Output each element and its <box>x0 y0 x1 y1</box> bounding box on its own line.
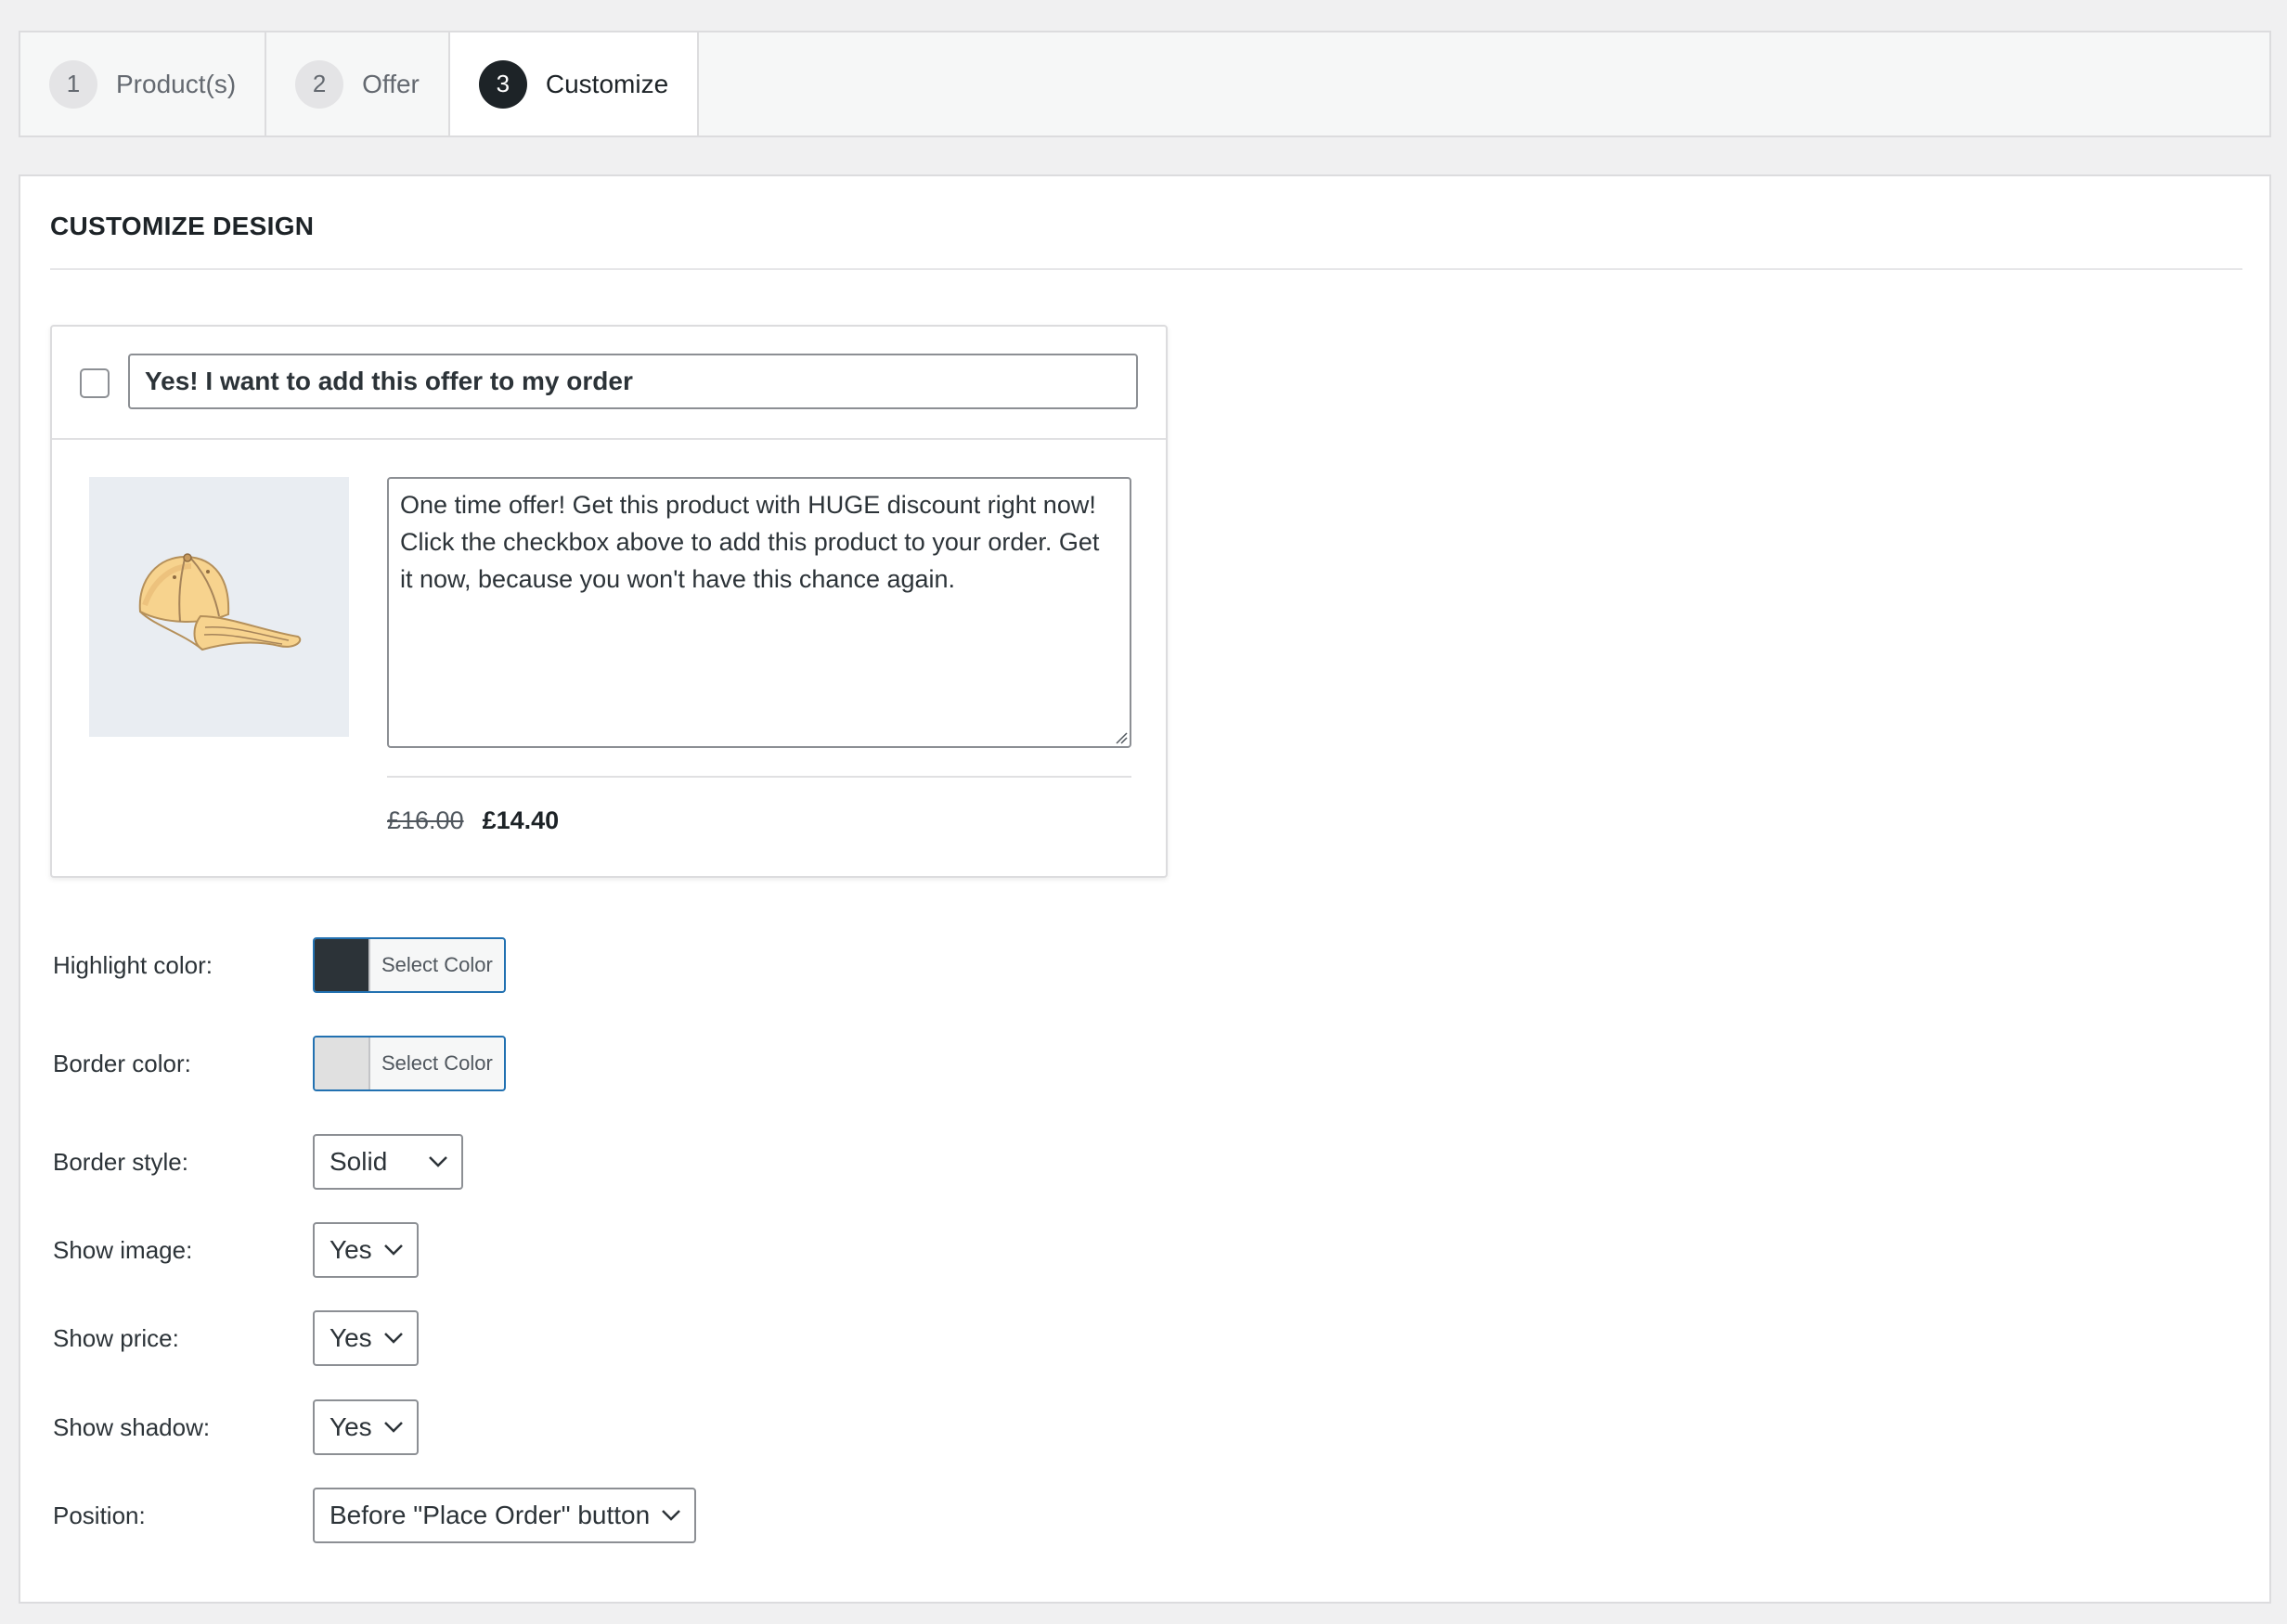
position-row: Position: Before "Place Order" button <box>53 1488 697 1543</box>
step-number: 1 <box>49 59 97 109</box>
chevron-down-icon <box>383 1244 404 1257</box>
original-price: £16.00 <box>387 806 464 834</box>
show-shadow-label: Show shadow: <box>53 1412 211 1441</box>
show-shadow-row: Show shadow: Yes <box>53 1399 419 1455</box>
wizard-steps: 1 Product(s) 2 Offer 3 Customize <box>19 31 2271 137</box>
offer-description-textarea[interactable]: One time offer! Get this product with HU… <box>387 477 1131 748</box>
step-products[interactable]: 1 Product(s) <box>20 32 267 135</box>
select-color-label: Select Color <box>381 1051 493 1075</box>
step-number: 2 <box>295 59 344 109</box>
chevron-down-icon <box>661 1509 681 1522</box>
border-color-row: Border color: Select Color <box>53 1036 506 1091</box>
customize-panel: CUSTOMIZE DESIGN Yes! I want to add this… <box>19 174 2271 1604</box>
position-label: Position: <box>53 1501 146 1529</box>
chevron-down-icon <box>383 1332 404 1345</box>
step-label: Product(s) <box>116 69 237 98</box>
border-style-row: Border style: Solid <box>53 1134 463 1190</box>
chevron-down-icon <box>428 1155 448 1168</box>
offer-title-input[interactable]: Yes! I want to add this offer to my orde… <box>128 354 1138 409</box>
select-value: Before "Place Order" button <box>329 1501 651 1529</box>
step-customize[interactable]: 3 Customize <box>449 32 700 135</box>
offer-preview-card: Yes! I want to add this offer to my orde… <box>50 325 1168 878</box>
product-image <box>89 477 349 737</box>
border-color-label: Border color: <box>53 1049 191 1077</box>
show-image-label: Show image: <box>53 1235 193 1264</box>
divider <box>387 776 1131 778</box>
border-color-swatch[interactable] <box>315 1038 370 1089</box>
baseball-cap-image <box>138 553 302 651</box>
offer-card-header: Yes! I want to add this offer to my orde… <box>52 327 1166 440</box>
panel-title: CUSTOMIZE DESIGN <box>50 212 315 240</box>
show-price-select[interactable]: Yes <box>313 1310 419 1366</box>
show-image-select[interactable]: Yes <box>313 1222 419 1278</box>
show-price-label: Show price: <box>53 1323 179 1352</box>
select-value: Yes <box>329 1412 372 1441</box>
highlight-color-row: Highlight color: Select Color <box>53 937 506 993</box>
border-color-picker[interactable]: Select Color <box>313 1036 506 1091</box>
select-value: Solid <box>329 1147 388 1176</box>
step-label: Offer <box>362 69 420 98</box>
select-color-label: Select Color <box>381 953 493 976</box>
step-label: Customize <box>545 69 669 98</box>
discounted-price: £14.40 <box>482 806 560 834</box>
select-value: Yes <box>329 1235 372 1264</box>
highlight-color-swatch[interactable] <box>315 939 370 991</box>
step-number: 3 <box>478 59 527 109</box>
show-image-row: Show image: Yes <box>53 1222 419 1278</box>
offer-description-text: One time offer! Get this product with HU… <box>400 491 1100 593</box>
resize-handle-icon[interactable] <box>1113 729 1128 744</box>
border-style-label: Border style: <box>53 1147 188 1176</box>
price-row: £16.00 £14.40 <box>387 806 559 835</box>
offer-checkbox[interactable] <box>80 368 110 398</box>
border-style-select[interactable]: Solid <box>313 1134 463 1190</box>
highlight-color-label: Highlight color: <box>53 950 213 979</box>
step-offer[interactable]: 2 Offer <box>266 32 450 135</box>
position-select[interactable]: Before "Place Order" button <box>313 1488 697 1543</box>
show-shadow-select[interactable]: Yes <box>313 1399 419 1455</box>
select-value: Yes <box>329 1323 372 1352</box>
highlight-color-picker[interactable]: Select Color <box>313 937 506 993</box>
divider <box>50 268 2242 270</box>
show-price-row: Show price: Yes <box>53 1310 419 1366</box>
chevron-down-icon <box>383 1421 404 1434</box>
